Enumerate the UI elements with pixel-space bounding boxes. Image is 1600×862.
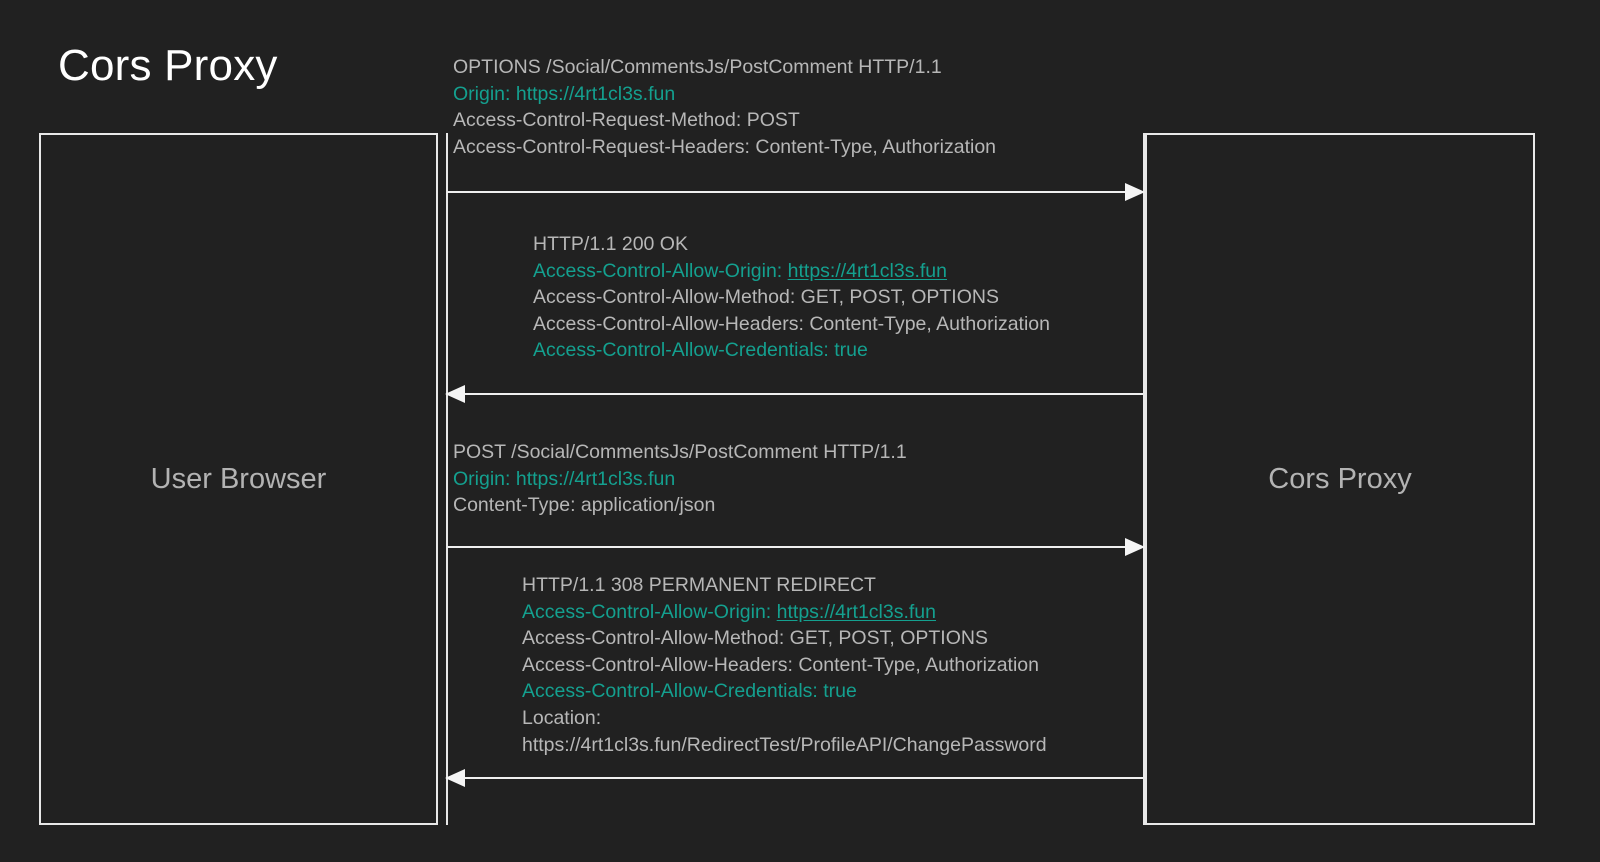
actor-box-cors-proxy: Cors Proxy	[1145, 133, 1535, 825]
arrow-head-right-icon	[1125, 183, 1145, 201]
arrow-head-right-icon	[1125, 538, 1145, 556]
message-line: Location:	[522, 706, 602, 729]
message-line: Access-Control-Allow-Credentials: true	[533, 339, 868, 362]
lifeline-user-browser	[446, 133, 448, 825]
message-text-preflight-request: OPTIONS /Social/CommentsJs/PostComment H…	[453, 54, 996, 160]
message-line: HTTP/1.1 308 PERMANENT REDIRECT	[522, 574, 876, 596]
message-line: Access-Control-Allow-Origin: https://4rt…	[522, 600, 936, 623]
message-text-preflight-response: HTTP/1.1 200 OK Access-Control-Allow-Orig…	[533, 231, 1050, 364]
arrow-head-left-icon	[445, 769, 465, 787]
message-line: Access-Control-Allow-Method: GET, POST, …	[533, 286, 999, 309]
message-arrow-redirect-response	[465, 777, 1143, 779]
message-line: Access-Control-Allow-Method: GET, POST, …	[522, 627, 988, 650]
arrow-head-left-icon	[445, 385, 465, 403]
actor-label-cors-proxy: Cors Proxy	[1268, 463, 1412, 495]
message-text-redirect-response: HTTP/1.1 308 PERMANENT REDIRECT Access-Co…	[522, 572, 1047, 758]
message-line: Access-Control-Request-Headers: Content-…	[453, 135, 997, 158]
message-line: Access-Control-Allow-Credentials: true	[522, 680, 857, 703]
message-line: Access-Control-Allow-Origin: https://4rt…	[533, 259, 947, 282]
message-line: HTTP/1.1 200 OK	[533, 233, 688, 255]
message-arrow-preflight-request	[447, 191, 1127, 193]
message-line: POST /Social/CommentsJs/PostComment HTTP…	[453, 441, 907, 463]
message-line: https://4rt1cl3s.fun/RedirectTest/Profil…	[522, 733, 1047, 756]
message-line: Content-Type: application/json	[453, 494, 716, 517]
message-line: OPTIONS /Social/CommentsJs/PostComment H…	[453, 56, 942, 78]
origin-url-link[interactable]: https://4rt1cl3s.fun	[788, 260, 947, 282]
message-line: Origin: https://4rt1cl3s.fun	[453, 467, 676, 490]
origin-url-link[interactable]: https://4rt1cl3s.fun	[777, 601, 936, 623]
sequence-diagram: Cors Proxy User Browser Cors Proxy OPTIO…	[0, 0, 1600, 862]
message-line: Access-Control-Request-Method: POST	[453, 109, 800, 132]
message-arrow-preflight-response	[465, 393, 1143, 395]
page-title: Cors Proxy	[58, 41, 278, 90]
message-line: Origin: https://4rt1cl3s.fun	[453, 82, 676, 105]
actor-box-user-browser: User Browser	[39, 133, 438, 825]
message-line: Access-Control-Allow-Headers: Content-Ty…	[522, 653, 1039, 676]
message-arrow-post-request	[447, 546, 1127, 548]
lifeline-cors-proxy	[1143, 133, 1145, 825]
actor-label-user-browser: User Browser	[150, 463, 327, 495]
message-line: Access-Control-Allow-Headers: Content-Ty…	[533, 312, 1050, 335]
message-text-post-request: POST /Social/CommentsJs/PostComment HTTP…	[453, 439, 907, 519]
